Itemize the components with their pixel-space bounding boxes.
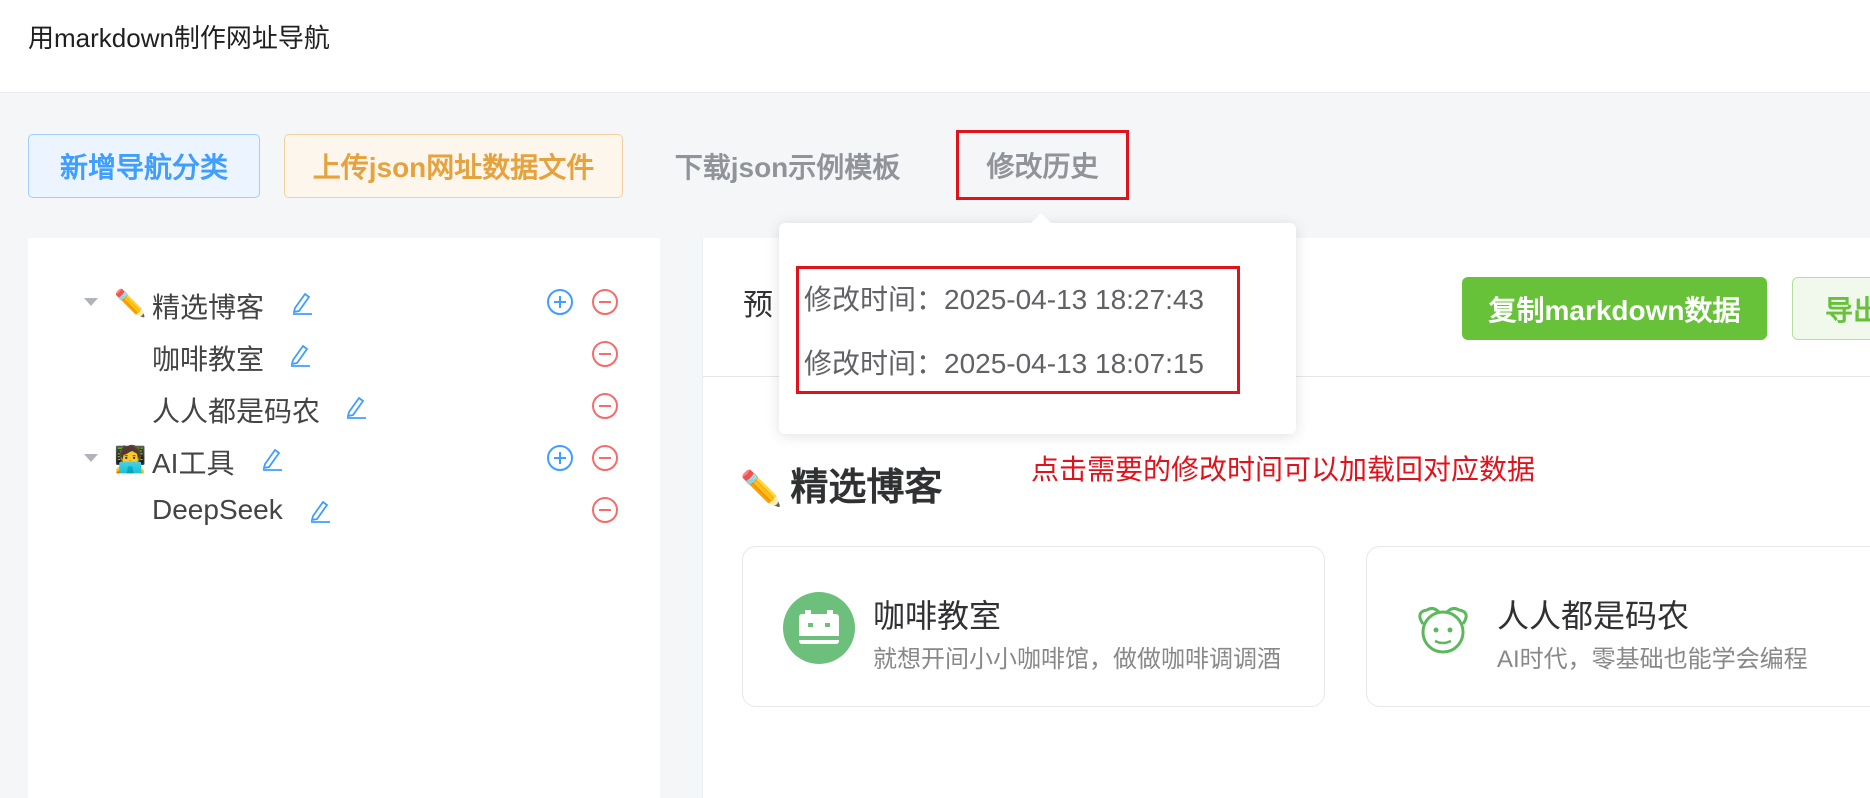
- edit-icon[interactable]: [308, 498, 332, 524]
- caret-down-icon[interactable]: [84, 454, 98, 462]
- remove-icon[interactable]: [592, 341, 618, 367]
- preview-title: 预: [743, 289, 773, 322]
- remove-icon[interactable]: [592, 497, 618, 523]
- link-card[interactable]: 咖啡教室 就想开间小小咖啡馆，做做咖啡调调酒: [742, 546, 1325, 707]
- tree-node-label: 人人都是码农: [152, 396, 321, 427]
- history-entry[interactable]: 修改时间：2025-04-13 18:07:15: [804, 342, 1204, 382]
- remove-icon[interactable]: [592, 289, 618, 315]
- technologist-emoji-icon: 🧑‍💻: [114, 444, 147, 474]
- annotation-text: 点击需要的修改时间可以加载回对应数据: [1031, 454, 1536, 485]
- edit-icon[interactable]: [288, 342, 312, 368]
- pencil-emoji-icon: ✏️: [740, 470, 783, 508]
- section-title-text: 精选博客: [790, 467, 943, 509]
- caret-down-icon[interactable]: [84, 298, 98, 306]
- tree-node-label: DeepSeek: [152, 494, 283, 525]
- add-child-icon[interactable]: [547, 289, 573, 315]
- card-title: 人人都是码农: [1497, 598, 1690, 634]
- edit-icon[interactable]: [260, 446, 284, 472]
- tree-node-label: AI工具: [152, 448, 235, 479]
- link-card[interactable]: 人人都是码农 AI时代，零基础也能学会编程: [1366, 546, 1870, 707]
- edit-history-button[interactable]: 修改历史: [956, 130, 1129, 200]
- tree-node-renren-manong[interactable]: 人人都是码农: [28, 386, 660, 430]
- download-template-button[interactable]: 下载json示例模板: [650, 134, 925, 198]
- remove-icon[interactable]: [592, 445, 618, 471]
- edit-icon[interactable]: [344, 394, 368, 420]
- upload-json-button[interactable]: 上传json网址数据文件: [284, 134, 623, 198]
- add-category-button[interactable]: 新增导航分类: [28, 134, 260, 198]
- category-tree-panel: ✏️ 精选博客 咖啡教室 人人都是码农 🧑‍💻 AI工具 DeepSeek: [28, 238, 660, 798]
- section-heading: ✏️ 精选博客: [740, 456, 942, 511]
- tree-node-label: 咖啡教室: [152, 344, 265, 375]
- history-entry[interactable]: 修改时间：2025-04-13 18:27:43: [804, 278, 1204, 318]
- card-description: 就想开间小小咖啡馆，做做咖啡调调酒: [873, 646, 1281, 673]
- tree-node-ai-tools[interactable]: 🧑‍💻 AI工具: [28, 438, 660, 482]
- edit-icon[interactable]: [290, 290, 314, 316]
- app-header: 用markdown制作网址导航: [0, 0, 1870, 93]
- popover-arrow: [1030, 213, 1052, 224]
- export-button[interactable]: 导出: [1792, 277, 1870, 340]
- coffee-classroom-logo-icon: [783, 592, 855, 664]
- copy-markdown-button[interactable]: 复制markdown数据: [1462, 277, 1767, 340]
- pencil-emoji-icon: ✏️: [114, 288, 147, 318]
- remove-icon[interactable]: [592, 393, 618, 419]
- cartoon-face-logo-icon: [1418, 606, 1468, 654]
- tree-node-deepseek[interactable]: DeepSeek: [28, 490, 660, 534]
- card-description: AI时代，零基础也能学会编程: [1497, 646, 1808, 673]
- tree-node-kafei-jiaoshi[interactable]: 咖啡教室: [28, 334, 660, 378]
- app-title: 用markdown制作网址导航: [28, 23, 330, 53]
- tree-node-label: 精选博客: [152, 292, 265, 323]
- tree-node-jingxuan-boke[interactable]: ✏️ 精选博客: [28, 282, 660, 326]
- card-title: 咖啡教室: [873, 598, 1002, 634]
- add-child-icon[interactable]: [547, 445, 573, 471]
